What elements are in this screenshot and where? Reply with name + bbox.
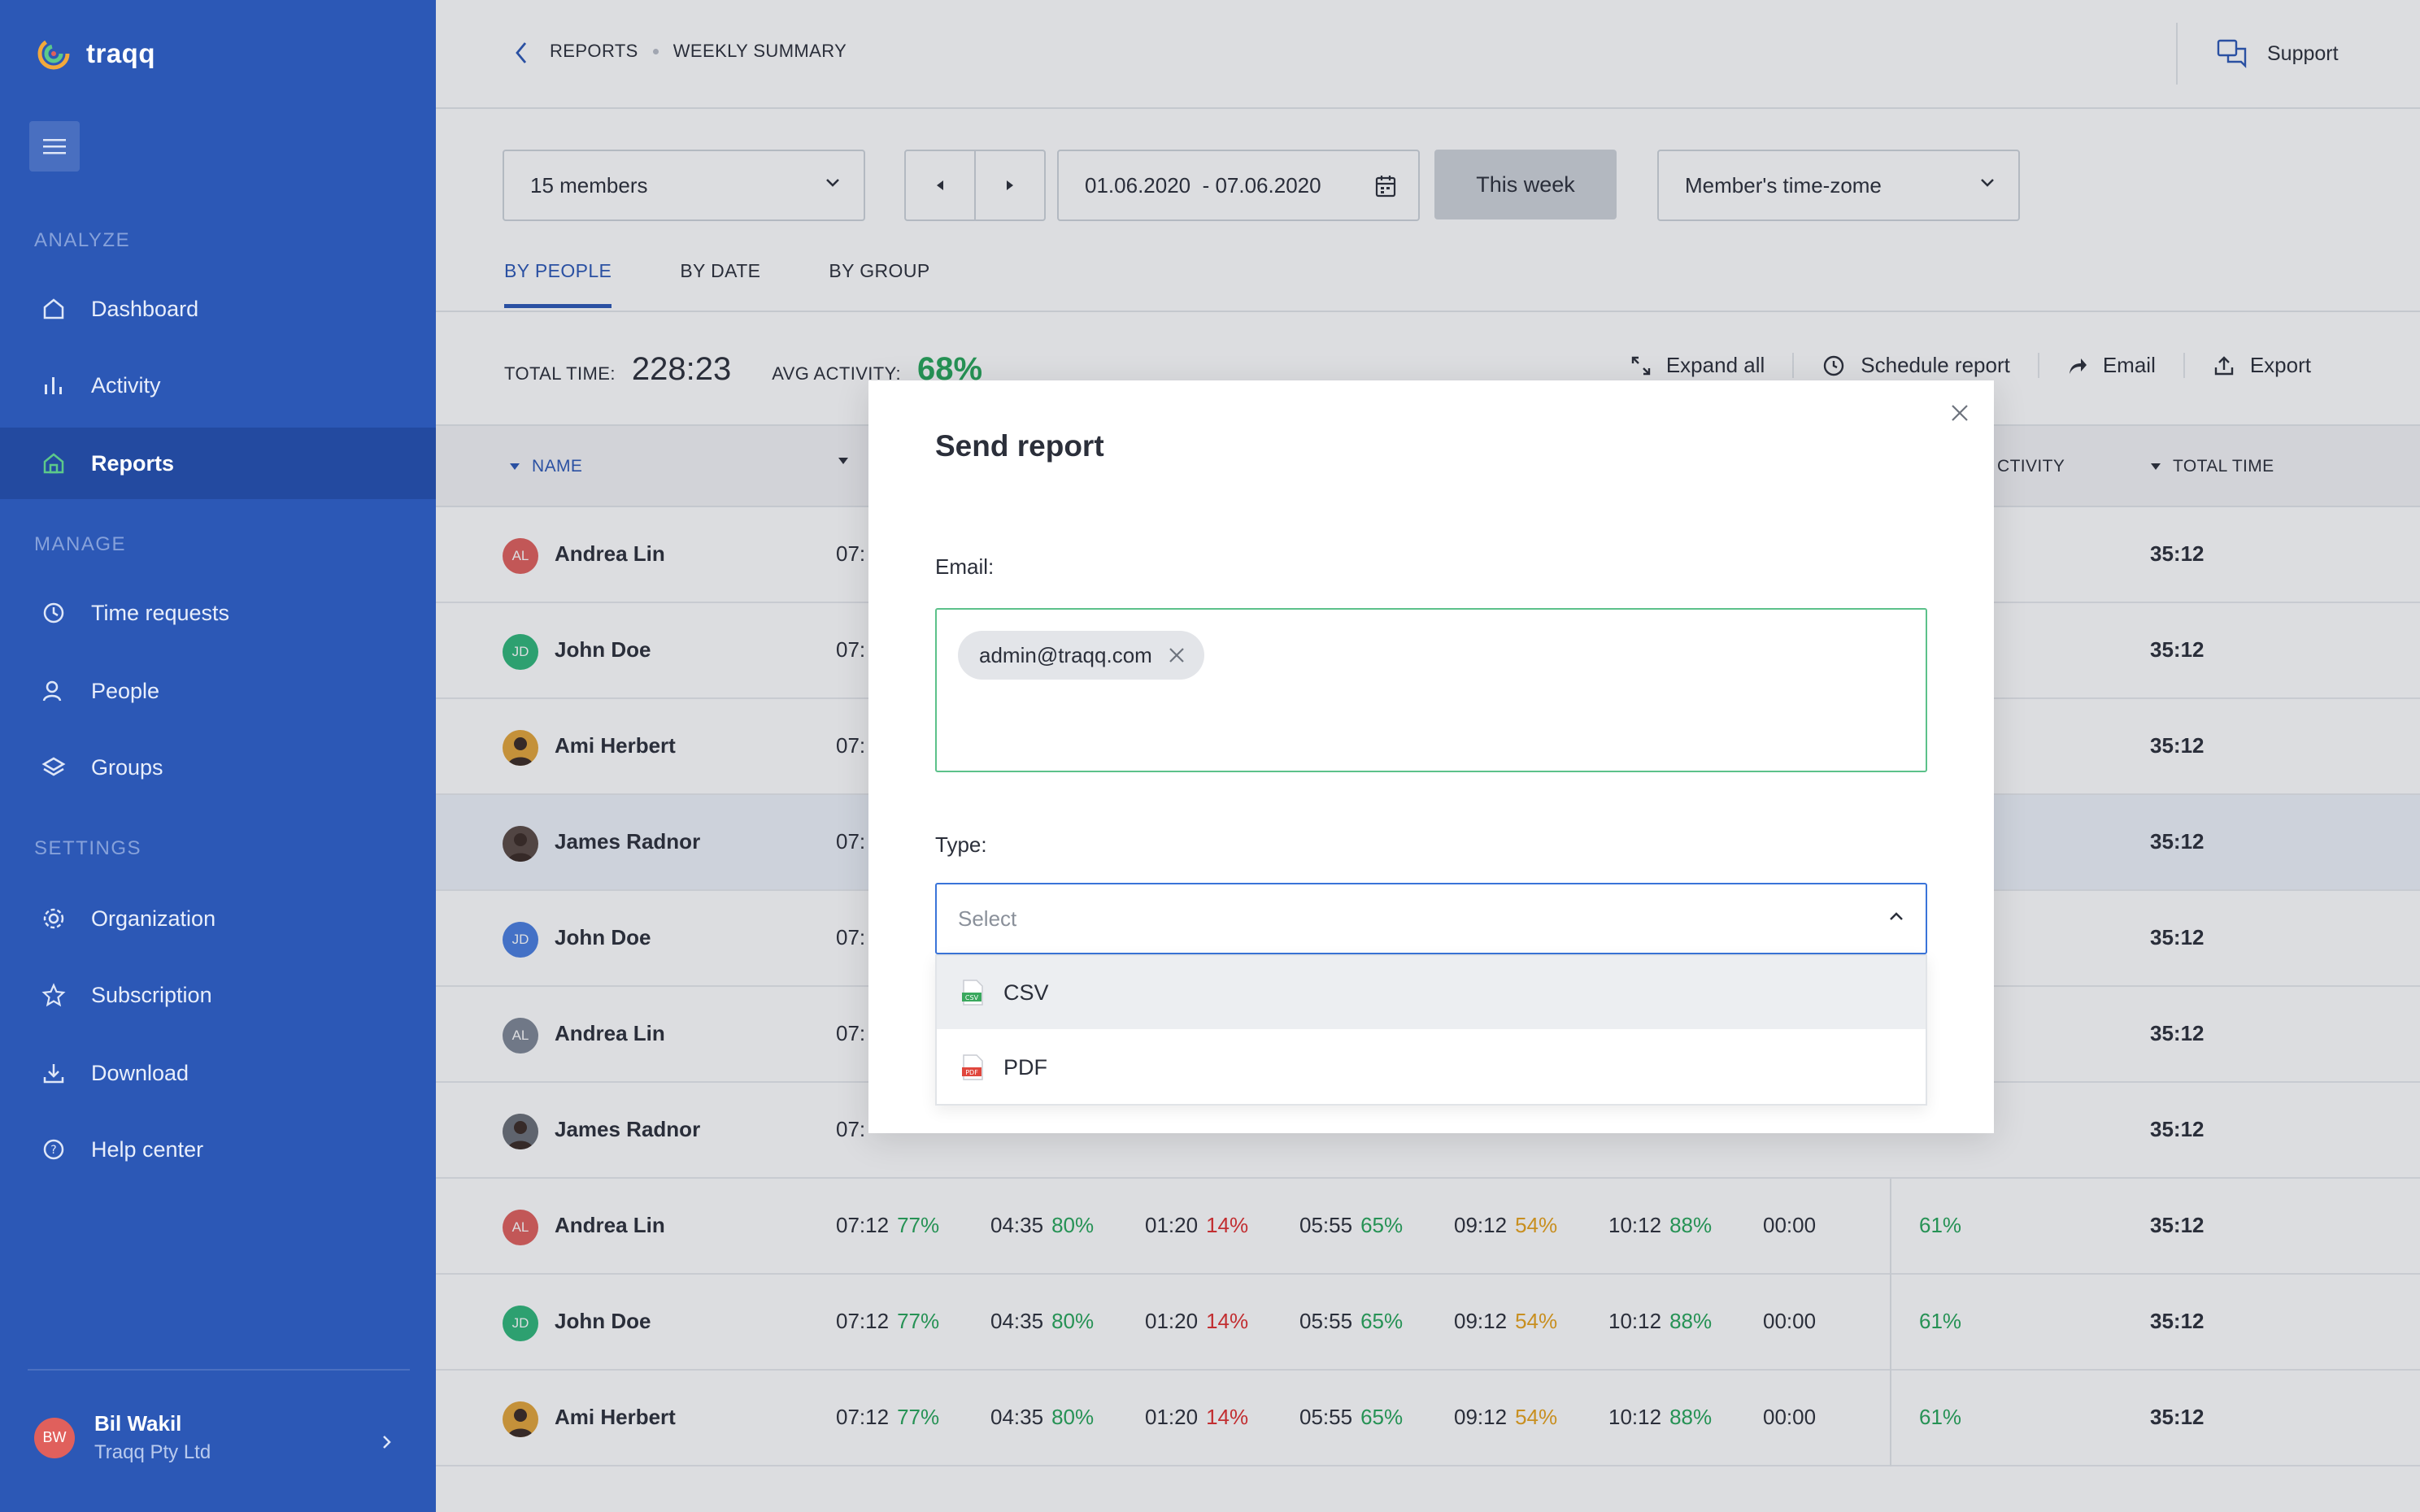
email-chip-label: admin@traqq.com: [979, 642, 1152, 667]
sidebar-item-label: Organization: [91, 906, 216, 931]
brand-name: traqq: [86, 38, 155, 68]
sidebar-divider: [28, 1369, 410, 1371]
user-card[interactable]: BW Bil Wakil Traqq Pty Ltd: [34, 1411, 211, 1464]
sidebar-item-label: Download: [91, 1060, 189, 1085]
bar-chart-icon: [39, 371, 68, 400]
sidebar-item-time-requests[interactable]: Time requests: [0, 577, 436, 649]
traqq-logo-icon: [37, 37, 70, 70]
email-input[interactable]: admin@traqq.com: [935, 608, 1927, 772]
sidebar-item-activity[interactable]: Activity: [0, 350, 436, 421]
brand[interactable]: traqq: [36, 36, 155, 72]
clock-icon: [39, 598, 68, 628]
sidebar-item-download[interactable]: Download: [0, 1037, 436, 1109]
section-settings: SETTINGS: [34, 837, 142, 859]
sidebar-item-label: Reports: [91, 450, 175, 476]
type-select-placeholder: Select: [958, 906, 1017, 931]
sidebar-item-label: Activity: [91, 372, 161, 398]
close-button[interactable]: [1943, 397, 1976, 429]
sidebar-item-organization[interactable]: Organization: [0, 883, 436, 954]
section-analyze: ANALYZE: [34, 229, 131, 251]
sidebar-item-label: Dashboard: [91, 296, 199, 321]
sidebar-item-reports[interactable]: Reports: [0, 428, 436, 499]
hamburger-icon: [43, 139, 66, 154]
star-icon: [39, 980, 68, 1010]
type-select[interactable]: Select: [935, 883, 1927, 954]
sidebar-item-label: People: [91, 678, 160, 703]
svg-text:?: ?: [50, 1144, 56, 1157]
chevron-right-icon[interactable]: [381, 1432, 394, 1452]
user-name: Bil Wakil: [94, 1411, 182, 1436]
svg-text:PDF: PDF: [965, 1069, 978, 1076]
pdf-file-icon: PDF: [962, 1054, 983, 1080]
svg-text:CSV: CSV: [965, 994, 979, 1001]
csv-file-icon: CSV: [962, 980, 983, 1006]
user-icon: [39, 676, 68, 706]
reports-icon: [39, 449, 68, 478]
option-pdf-label: PDF: [1003, 1054, 1047, 1080]
sidebar-item-label: Help center: [91, 1136, 204, 1162]
download-icon: [39, 1058, 68, 1088]
option-csv-label: CSV: [1003, 980, 1049, 1005]
sidebar-item-label: Subscription: [91, 982, 212, 1007]
email-chip: admin@traqq.com: [958, 631, 1204, 680]
hamburger-menu-button[interactable]: [29, 121, 80, 172]
help-icon: ?: [39, 1135, 68, 1164]
avatar: BW: [34, 1417, 75, 1458]
sidebar: traqq ANALYZE Dashboard Activity Reports…: [0, 0, 436, 1512]
sidebar-item-label: Time requests: [91, 600, 230, 625]
modal-title: Send report: [935, 429, 1104, 463]
sidebar-item-people[interactable]: People: [0, 655, 436, 727]
home-icon: [39, 294, 68, 324]
user-org: Traqq Pty Ltd: [94, 1441, 211, 1463]
type-dropdown: CSV CSV PDF PDF: [935, 954, 1927, 1106]
sidebar-item-help-center[interactable]: ? Help center: [0, 1114, 436, 1185]
remove-chip-icon[interactable]: [1169, 647, 1185, 663]
sidebar-item-dashboard[interactable]: Dashboard: [0, 273, 436, 345]
email-label: Email:: [935, 554, 995, 579]
layers-icon: [39, 753, 68, 782]
gear-icon: [39, 904, 68, 933]
sidebar-item-label: Groups: [91, 754, 163, 780]
section-manage: MANAGE: [34, 533, 127, 555]
sidebar-item-subscription[interactable]: Subscription: [0, 959, 436, 1031]
chevron-up-icon: [1890, 912, 1903, 920]
sidebar-item-groups[interactable]: Groups: [0, 732, 436, 803]
type-label: Type:: [935, 832, 987, 857]
option-pdf[interactable]: PDF PDF: [937, 1031, 1926, 1104]
option-csv[interactable]: CSV CSV: [937, 956, 1926, 1029]
close-icon: [1952, 405, 1968, 421]
